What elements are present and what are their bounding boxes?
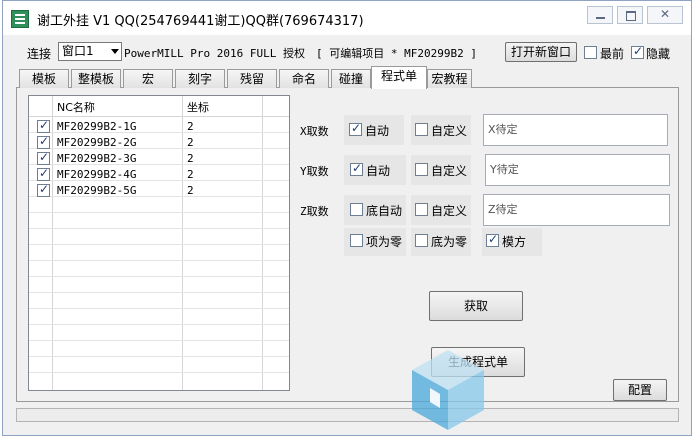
title-bar: 谢工外挂 V1 QQ(254769441谢工)QQ群(769674317): [3, 1, 691, 35]
row-checkbox[interactable]: [37, 134, 50, 149]
connect-label: 连接: [27, 47, 52, 61]
grid-rule: [29, 324, 289, 325]
tab-collision[interactable]: 碰撞: [331, 69, 371, 88]
grid-rule: [29, 372, 289, 373]
grid-rule: [29, 356, 289, 357]
z-bottom-auto-checkbox[interactable]: [350, 203, 363, 216]
nc-name-cell: MF20299B2-3G: [57, 152, 137, 165]
x-custom-checkbox[interactable]: [415, 123, 428, 136]
y-custom-checkbox[interactable]: [415, 163, 428, 176]
coord-cell: 2: [187, 136, 194, 149]
tab-residual[interactable]: 残留: [227, 69, 277, 88]
cube-watermark-icon: [412, 350, 484, 430]
x-custom-label: 自定义: [431, 124, 468, 138]
z-fetch-label: Z取数: [300, 205, 329, 218]
product-text: PowerMILL Pro 2016 FULL 授权: [124, 47, 305, 60]
grid-rule: [29, 276, 289, 277]
y-custom-label: 自定义: [431, 164, 468, 178]
z-custom-checkbox[interactable]: [415, 203, 428, 216]
tab-engrave[interactable]: 刻字: [175, 69, 225, 88]
tab-macro[interactable]: 宏: [123, 69, 173, 88]
tab-full-template[interactable]: 整模板: [71, 69, 121, 88]
minimize-icon[interactable]: [587, 6, 613, 24]
coord-cell: 2: [187, 168, 194, 181]
row-checkbox[interactable]: [37, 150, 50, 165]
hide-checkbox[interactable]: [631, 44, 644, 59]
coord-cell: 2: [187, 184, 194, 197]
project-text: [ 可编辑项目 * MF20299B2 ]: [316, 47, 477, 60]
open-new-window-button[interactable]: 打开新窗口: [505, 42, 577, 62]
window-select-value: 窗口1: [62, 44, 94, 58]
grid-rule: [29, 308, 289, 309]
coord-cell: 2: [187, 120, 194, 133]
tab-naming[interactable]: 命名: [279, 69, 329, 88]
grid-rule: [29, 340, 289, 341]
close-icon[interactable]: [647, 6, 683, 24]
top-zero-label: 项为零: [366, 235, 403, 249]
fetch-button[interactable]: 获取: [429, 291, 523, 321]
hide-label: 隐藏: [646, 47, 671, 61]
tab-macro-tutorial[interactable]: 宏教程: [427, 69, 472, 88]
grid-rule: [29, 212, 289, 213]
config-button[interactable]: 配置: [613, 379, 667, 401]
y-auto-label: 自动: [366, 164, 391, 178]
coord-cell: 2: [187, 152, 194, 165]
bottom-zero-label: 底为零: [431, 235, 468, 249]
row-checkbox[interactable]: [37, 182, 50, 197]
nc-name-cell: MF20299B2-5G: [57, 184, 137, 197]
topmost-checkbox[interactable]: [584, 46, 597, 59]
y-auto-checkbox[interactable]: [350, 161, 363, 176]
window-select[interactable]: 窗口1: [58, 42, 122, 61]
x-auto-label: 自动: [365, 124, 390, 138]
x-auto-checkbox[interactable]: [349, 121, 362, 136]
grid-rule: [29, 260, 289, 261]
nc-name-cell: MF20299B2-4G: [57, 168, 137, 181]
mold-square-label: 模方: [502, 235, 527, 249]
x-fetch-label: X取数: [300, 125, 329, 138]
status-bar: [16, 408, 679, 422]
column-header-nc-name[interactable]: NC名称: [57, 99, 95, 115]
nc-grid[interactable]: NC名称 坐标 MF20299B2-1G 2 MF20299B2-2G 2 MF…: [28, 95, 290, 391]
z-bottom-auto-label: 底自动: [366, 204, 403, 218]
top-zero-checkbox[interactable]: [350, 234, 363, 247]
tab-template[interactable]: 模板: [19, 69, 69, 88]
chevron-down-icon[interactable]: [111, 49, 119, 54]
nc-name-cell: MF20299B2-2G: [57, 136, 137, 149]
bottom-zero-checkbox[interactable]: [415, 234, 428, 247]
grid-header: NC名称 坐标: [29, 96, 289, 117]
grid-rule: [29, 292, 289, 293]
grid-rule: [29, 244, 289, 245]
x-value-input[interactable]: X待定: [483, 114, 668, 146]
tab-program-sheet[interactable]: 程式单: [371, 66, 427, 89]
app-logo-icon: [11, 10, 29, 28]
y-value-input[interactable]: Y待定: [485, 154, 670, 186]
nc-name-cell: MF20299B2-1G: [57, 120, 137, 133]
mold-square-checkbox[interactable]: [486, 232, 499, 247]
window-title: 谢工外挂 V1 QQ(254769441谢工)QQ群(769674317): [37, 14, 364, 29]
z-custom-label: 自定义: [431, 204, 468, 218]
maximize-icon[interactable]: [617, 6, 643, 24]
row-checkbox[interactable]: [37, 118, 50, 133]
z-value-input[interactable]: Z待定: [483, 194, 670, 226]
topmost-label: 最前: [600, 47, 625, 61]
grid-rule: [29, 228, 289, 229]
row-checkbox[interactable]: [37, 166, 50, 181]
y-fetch-label: Y取数: [300, 165, 329, 178]
column-header-coord[interactable]: 坐标: [187, 99, 209, 115]
